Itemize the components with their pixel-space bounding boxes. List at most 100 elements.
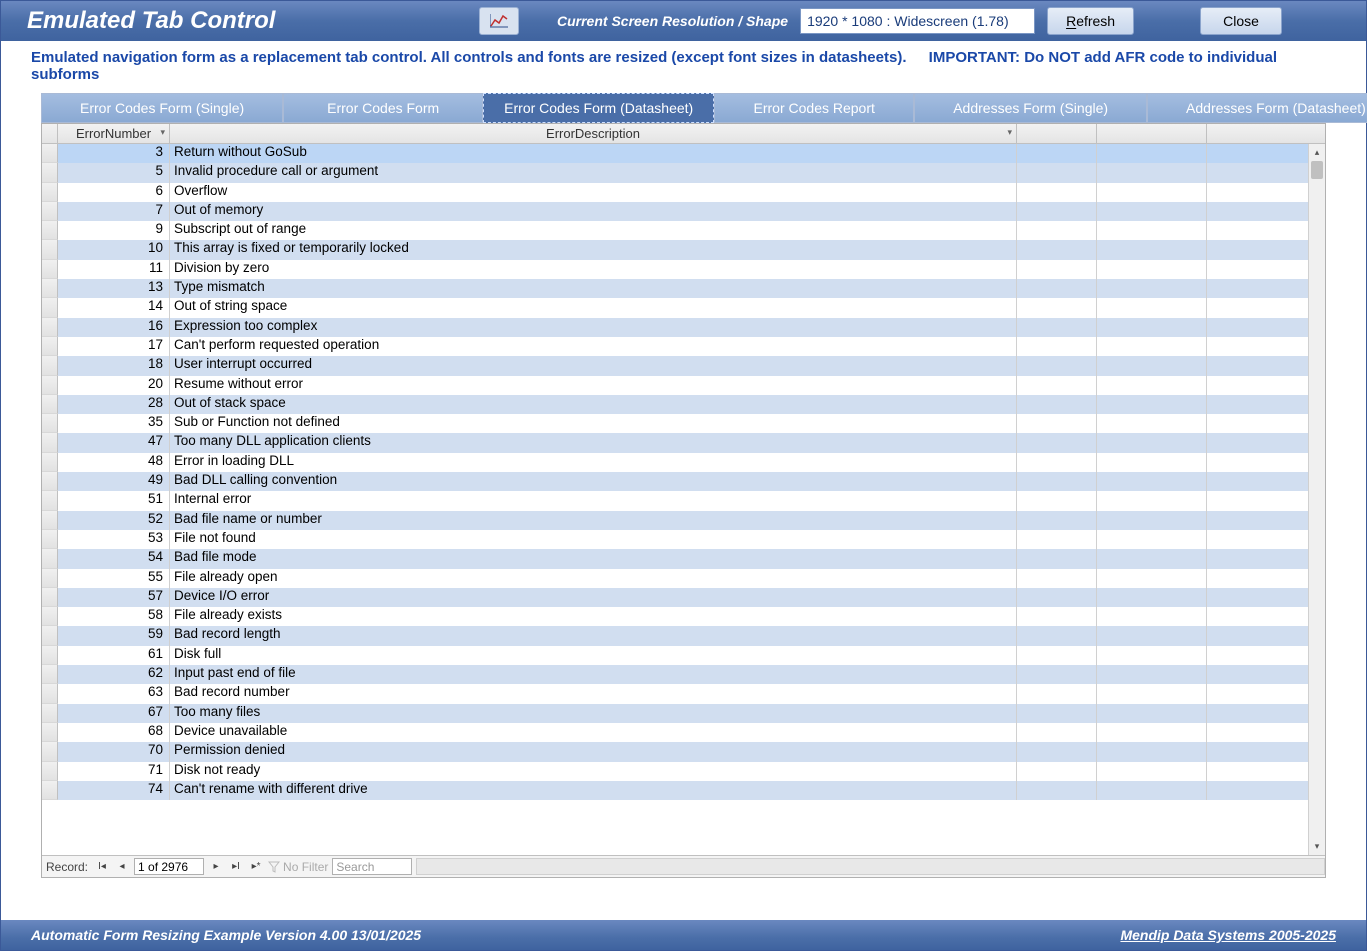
refresh-button[interactable]: Refresh [1047, 7, 1134, 35]
table-row[interactable]: 47Too many DLL application clients [42, 433, 1325, 452]
row-selector[interactable] [42, 202, 58, 221]
row-selector[interactable] [42, 491, 58, 510]
cell-errornumber[interactable]: 57 [58, 588, 170, 607]
scroll-down-icon[interactable]: ▾ [1309, 838, 1325, 855]
footer-copyright[interactable]: Mendip Data Systems 2005-2025 [1120, 927, 1336, 943]
row-selector[interactable] [42, 144, 58, 163]
cell-blank1[interactable] [1017, 723, 1097, 742]
cell-errordescription[interactable]: Out of memory [170, 202, 1017, 221]
table-row[interactable]: 28Out of stack space [42, 395, 1325, 414]
cell-errornumber[interactable]: 14 [58, 298, 170, 317]
row-selector[interactable] [42, 684, 58, 703]
row-selector[interactable] [42, 549, 58, 568]
cell-errordescription[interactable]: Bad file name or number [170, 511, 1017, 530]
cell-errordescription[interactable]: Bad record length [170, 626, 1017, 645]
cell-blank1[interactable] [1017, 279, 1097, 298]
cell-errordescription[interactable]: File not found [170, 530, 1017, 549]
cell-errordescription[interactable]: Disk full [170, 646, 1017, 665]
row-selector[interactable] [42, 511, 58, 530]
row-selector[interactable] [42, 221, 58, 240]
cell-errordescription[interactable]: File already exists [170, 607, 1017, 626]
cell-blank2[interactable] [1097, 704, 1207, 723]
last-record-button[interactable]: ▸I [228, 859, 244, 875]
cell-blank2[interactable] [1097, 530, 1207, 549]
cell-errornumber[interactable]: 6 [58, 183, 170, 202]
cell-errornumber[interactable]: 16 [58, 318, 170, 337]
record-position-field[interactable] [134, 858, 204, 875]
scroll-track[interactable] [1309, 161, 1325, 838]
cell-errornumber[interactable]: 18 [58, 356, 170, 375]
cell-blank1[interactable] [1017, 318, 1097, 337]
row-selector[interactable] [42, 279, 58, 298]
next-record-button[interactable]: ▸ [208, 859, 224, 875]
row-selector[interactable] [42, 742, 58, 761]
cell-blank1[interactable] [1017, 414, 1097, 433]
row-selector[interactable] [42, 723, 58, 742]
table-row[interactable]: 7Out of memory [42, 202, 1325, 221]
cell-errornumber[interactable]: 55 [58, 569, 170, 588]
cell-blank2[interactable] [1097, 665, 1207, 684]
table-row[interactable]: 6Overflow [42, 183, 1325, 202]
search-input[interactable] [332, 858, 412, 875]
cell-blank1[interactable] [1017, 646, 1097, 665]
row-selector[interactable] [42, 183, 58, 202]
cell-errornumber[interactable]: 28 [58, 395, 170, 414]
resolution-field[interactable] [800, 8, 1035, 34]
cell-errordescription[interactable]: Can't perform requested operation [170, 337, 1017, 356]
cell-errordescription[interactable]: Return without GoSub [170, 144, 1017, 163]
cell-blank2[interactable] [1097, 163, 1207, 182]
cell-errordescription[interactable]: Input past end of file [170, 665, 1017, 684]
cell-errordescription[interactable]: Device unavailable [170, 723, 1017, 742]
cell-blank1[interactable] [1017, 183, 1097, 202]
cell-blank2[interactable] [1097, 607, 1207, 626]
table-row[interactable]: 9Subscript out of range [42, 221, 1325, 240]
table-row[interactable]: 13Type mismatch [42, 279, 1325, 298]
row-selector[interactable] [42, 530, 58, 549]
cell-blank1[interactable] [1017, 742, 1097, 761]
cell-errordescription[interactable]: Internal error [170, 491, 1017, 510]
row-selector[interactable] [42, 453, 58, 472]
row-selector[interactable] [42, 414, 58, 433]
chart-icon-button[interactable] [479, 7, 519, 35]
cell-errordescription[interactable]: Disk not ready [170, 762, 1017, 781]
prev-record-button[interactable]: ◂ [114, 859, 130, 875]
tab-error-codes-form[interactable]: Error Codes Form [283, 93, 483, 123]
row-selector[interactable] [42, 260, 58, 279]
table-row[interactable]: 14Out of string space [42, 298, 1325, 317]
cell-blank2[interactable] [1097, 202, 1207, 221]
cell-errordescription[interactable]: Sub or Function not defined [170, 414, 1017, 433]
table-row[interactable]: 57Device I/O error [42, 588, 1325, 607]
cell-blank1[interactable] [1017, 202, 1097, 221]
cell-errornumber[interactable]: 10 [58, 240, 170, 259]
cell-errordescription[interactable]: Too many files [170, 704, 1017, 723]
cell-blank2[interactable] [1097, 453, 1207, 472]
first-record-button[interactable]: I◂ [94, 859, 110, 875]
cell-errornumber[interactable]: 63 [58, 684, 170, 703]
cell-blank1[interactable] [1017, 607, 1097, 626]
cell-errornumber[interactable]: 74 [58, 781, 170, 800]
cell-blank2[interactable] [1097, 279, 1207, 298]
table-row[interactable]: 58File already exists [42, 607, 1325, 626]
filter-indicator[interactable]: No Filter [268, 860, 328, 874]
cell-blank2[interactable] [1097, 472, 1207, 491]
cell-errordescription[interactable]: Type mismatch [170, 279, 1017, 298]
cell-blank1[interactable] [1017, 549, 1097, 568]
cell-errornumber[interactable]: 5 [58, 163, 170, 182]
cell-errordescription[interactable]: Division by zero [170, 260, 1017, 279]
vertical-scrollbar[interactable]: ▴ ▾ [1308, 144, 1325, 855]
cell-errordescription[interactable]: Resume without error [170, 376, 1017, 395]
cell-blank1[interactable] [1017, 433, 1097, 452]
cell-blank2[interactable] [1097, 433, 1207, 452]
cell-errordescription[interactable]: Invalid procedure call or argument [170, 163, 1017, 182]
table-row[interactable]: 67Too many files [42, 704, 1325, 723]
cell-blank2[interactable] [1097, 781, 1207, 800]
table-row[interactable]: 74Can't rename with different drive [42, 781, 1325, 800]
cell-blank2[interactable] [1097, 684, 1207, 703]
cell-errordescription[interactable]: Device I/O error [170, 588, 1017, 607]
cell-errornumber[interactable]: 3 [58, 144, 170, 163]
cell-errornumber[interactable]: 35 [58, 414, 170, 433]
cell-errornumber[interactable]: 7 [58, 202, 170, 221]
tab-addresses-datasheet[interactable]: Addresses Form (Datasheet) [1147, 93, 1367, 123]
cell-errordescription[interactable]: Expression too complex [170, 318, 1017, 337]
table-row[interactable]: 55File already open [42, 569, 1325, 588]
